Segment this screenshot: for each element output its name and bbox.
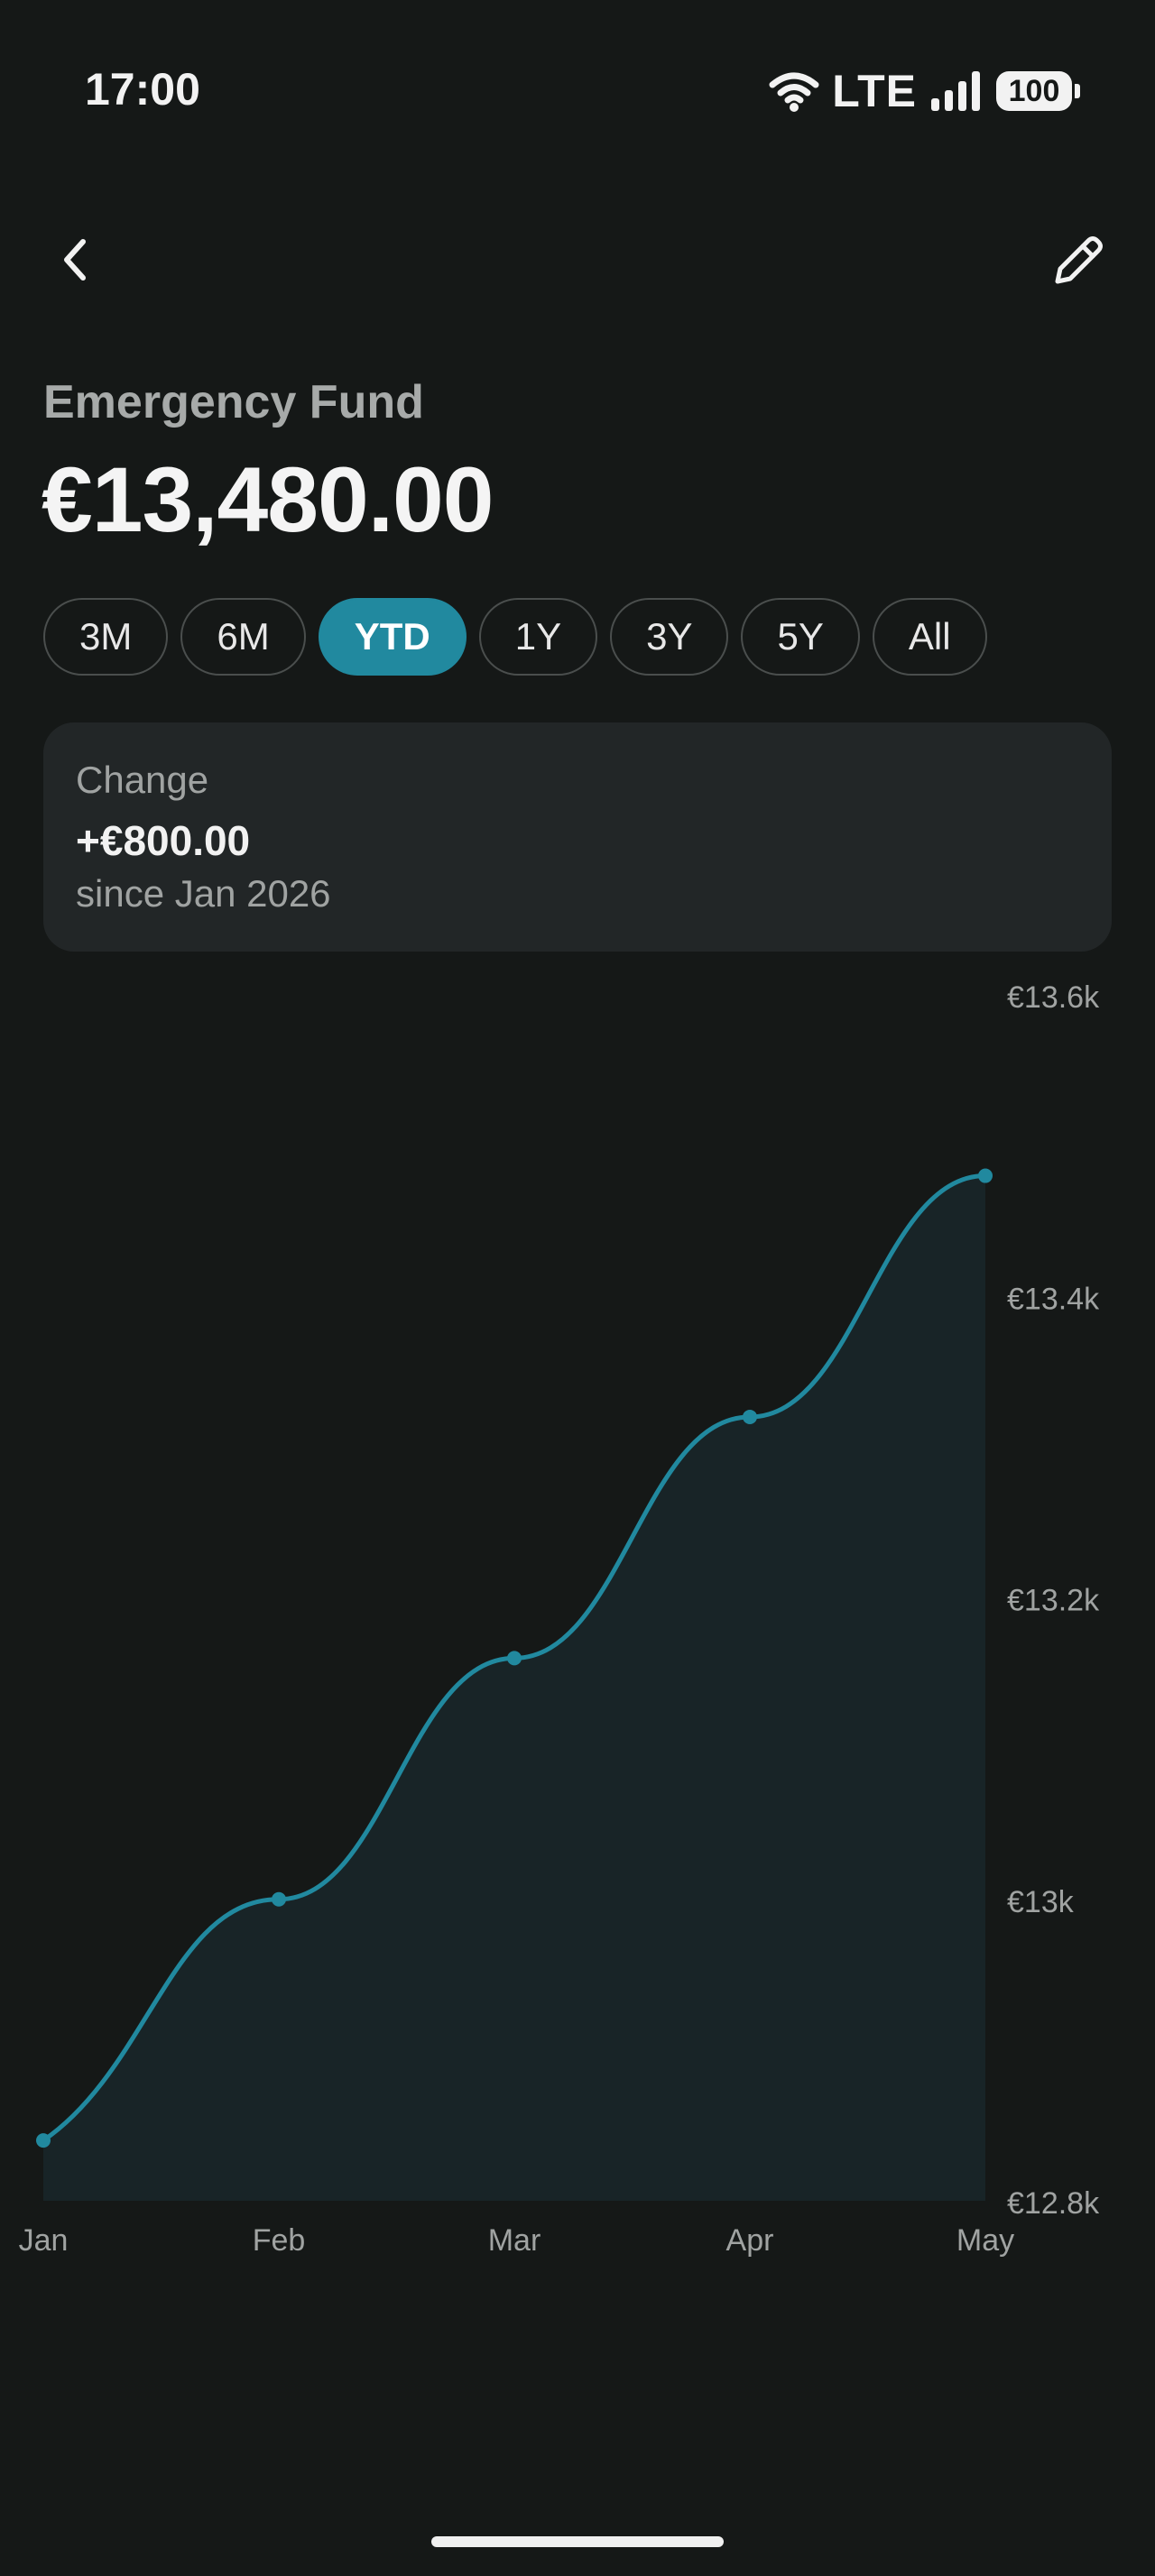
y-tick-label: €13.6k: [1007, 980, 1100, 1015]
account-name: Emergency Fund: [43, 376, 424, 428]
y-tick-label: €13k: [1007, 1885, 1075, 1919]
change-since: since Jan 2026: [76, 872, 331, 915]
range-chip-6m[interactable]: 6M: [180, 598, 306, 676]
range-chip-label: 3M: [79, 615, 133, 658]
x-tick-label: Jan: [19, 2223, 69, 2258]
range-chip-3y[interactable]: 3Y: [610, 598, 729, 676]
wifi-icon: [769, 72, 819, 112]
range-chip-ytd[interactable]: YTD: [318, 598, 467, 676]
signal-icon: [931, 71, 980, 111]
x-tick-label: May: [956, 2223, 1014, 2258]
status-icons: LTE 100: [769, 65, 1080, 117]
range-chip-label: 6M: [217, 615, 270, 658]
back-button[interactable]: [31, 215, 121, 305]
y-tick-label: €12.8k: [1007, 2186, 1100, 2221]
status-bar: 17:00 LTE 100: [0, 0, 1155, 180]
chart-point: [36, 2133, 51, 2148]
change-value: +€800.00: [76, 817, 251, 864]
range-chip-5y[interactable]: 5Y: [741, 598, 860, 676]
x-tick-label: Mar: [488, 2223, 541, 2258]
chart-point: [743, 1409, 757, 1424]
range-chip-3m[interactable]: 3M: [43, 598, 169, 676]
pencil-icon: [1055, 236, 1103, 284]
chevron-left-icon: [64, 239, 86, 281]
balance-chart[interactable]: €13.6k €13.4k €13.2k €13k €12.8k Jan Feb Mar Apr…: [0, 956, 1155, 2282]
range-chip-label: 3Y: [646, 615, 693, 658]
change-label: Change: [76, 759, 209, 801]
y-tick-label: €13.4k: [1007, 1282, 1100, 1316]
x-tick-label: Apr: [726, 2223, 774, 2258]
edit-button[interactable]: [1034, 215, 1124, 305]
status-time: 17:00: [85, 64, 200, 115]
battery-level: 100: [1008, 73, 1060, 108]
battery-icon: 100: [996, 71, 1080, 111]
chart-area-fill: [43, 1175, 985, 2201]
range-chip-1y[interactable]: 1Y: [478, 598, 598, 676]
range-chip-label: 1Y: [514, 615, 562, 658]
range-chip-all[interactable]: All: [872, 598, 987, 676]
network-type: LTE: [832, 66, 917, 116]
chart-point: [507, 1651, 522, 1666]
y-tick-label: €13.2k: [1007, 1584, 1100, 1618]
range-chip-label: YTD: [354, 615, 430, 658]
change-card: Change +€800.00 since Jan 2026: [43, 722, 1112, 952]
home-indicator[interactable]: [431, 2536, 724, 2547]
chart-point: [978, 1168, 993, 1183]
range-chip-label: 5Y: [777, 615, 824, 658]
range-selector: 3M 6M YTD 1Y 3Y 5Y All: [43, 598, 987, 676]
account-balance: €13,480.00: [42, 448, 494, 551]
chart-point: [272, 1891, 286, 1907]
x-tick-label: Feb: [253, 2223, 306, 2258]
range-chip-label: All: [908, 615, 951, 658]
